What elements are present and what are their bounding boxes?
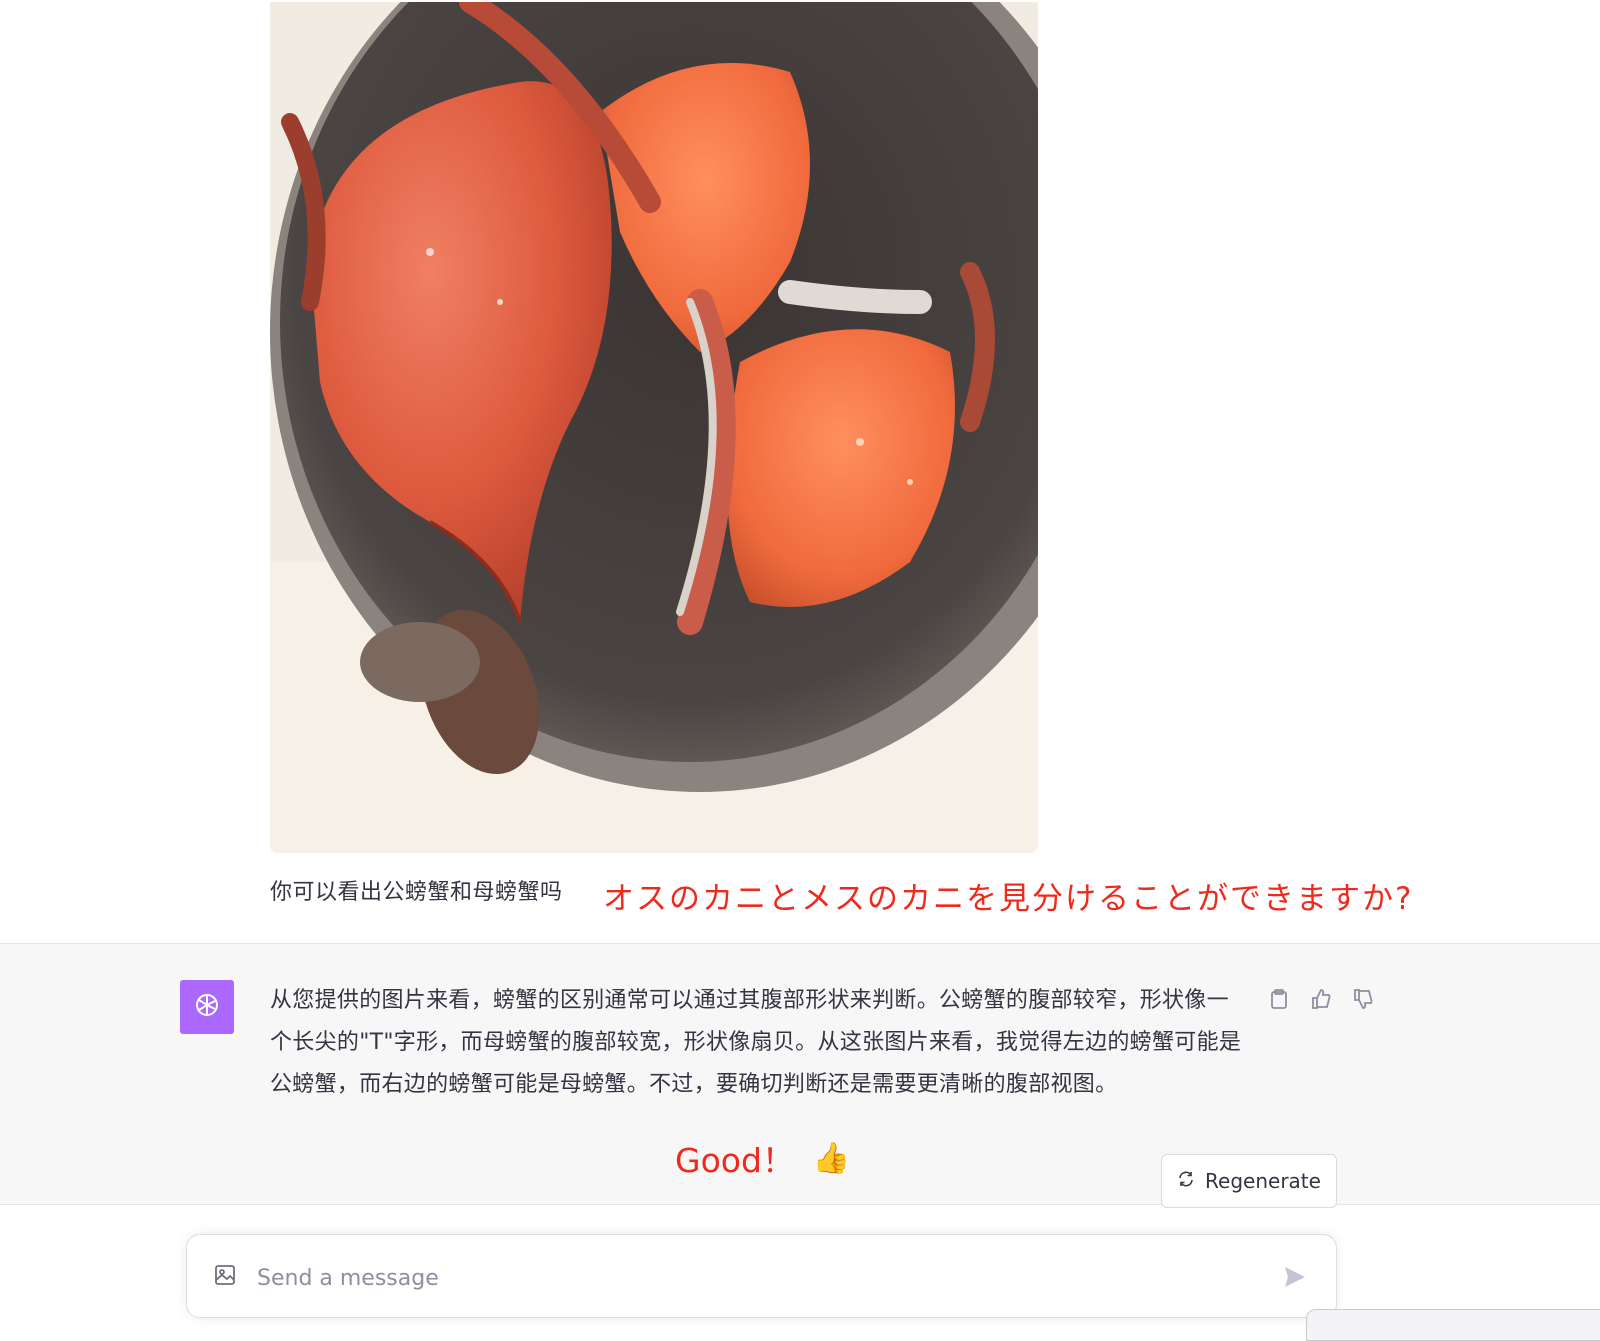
user-message-text: 你可以看出公螃蟹和母螃蟹吗 [270, 880, 563, 905]
japanese-annotation: オスのカニとメスのカニを見分けることができますか? [603, 881, 1414, 917]
send-icon[interactable] [1282, 1264, 1308, 1294]
assistant-avatar [180, 980, 234, 1034]
uploaded-crab-photo[interactable] [270, 2, 1038, 853]
refresh-icon [1177, 1169, 1195, 1193]
openai-logo-icon [191, 989, 223, 1025]
thumbs-up-icon[interactable] [1308, 986, 1334, 1012]
clipboard-icon[interactable] [1266, 986, 1292, 1012]
user-message: 你可以看出公螃蟹和母螃蟹吗 オスのカニとメスのカニを見分けることができますか? [0, 0, 1600, 943]
message-composer [186, 1234, 1337, 1318]
good-annotation: Good！ 👍 [675, 1134, 850, 1182]
thumbs-down-icon[interactable] [1350, 986, 1376, 1012]
assistant-message: 从您提供的图片来看，螃蟹的区别通常可以通过其腹部形状来判断。公螃蟹的腹部较窄，形… [0, 943, 1600, 1205]
regenerate-button[interactable]: Regenerate [1161, 1154, 1337, 1208]
image-icon[interactable] [213, 1263, 237, 1291]
corner-toolbar [1306, 1309, 1600, 1341]
thumbs-up-emoji-icon: 👍 [812, 1140, 851, 1176]
message-actions [1266, 986, 1376, 1012]
assistant-response-text: 从您提供的图片来看，螃蟹的区别通常可以通过其腹部形状来判断。公螃蟹的腹部较窄，形… [270, 988, 1242, 1097]
message-input[interactable] [255, 1255, 1239, 1301]
regenerate-label: Regenerate [1205, 1169, 1321, 1193]
good-annotation-text: Good！ [675, 1141, 795, 1180]
